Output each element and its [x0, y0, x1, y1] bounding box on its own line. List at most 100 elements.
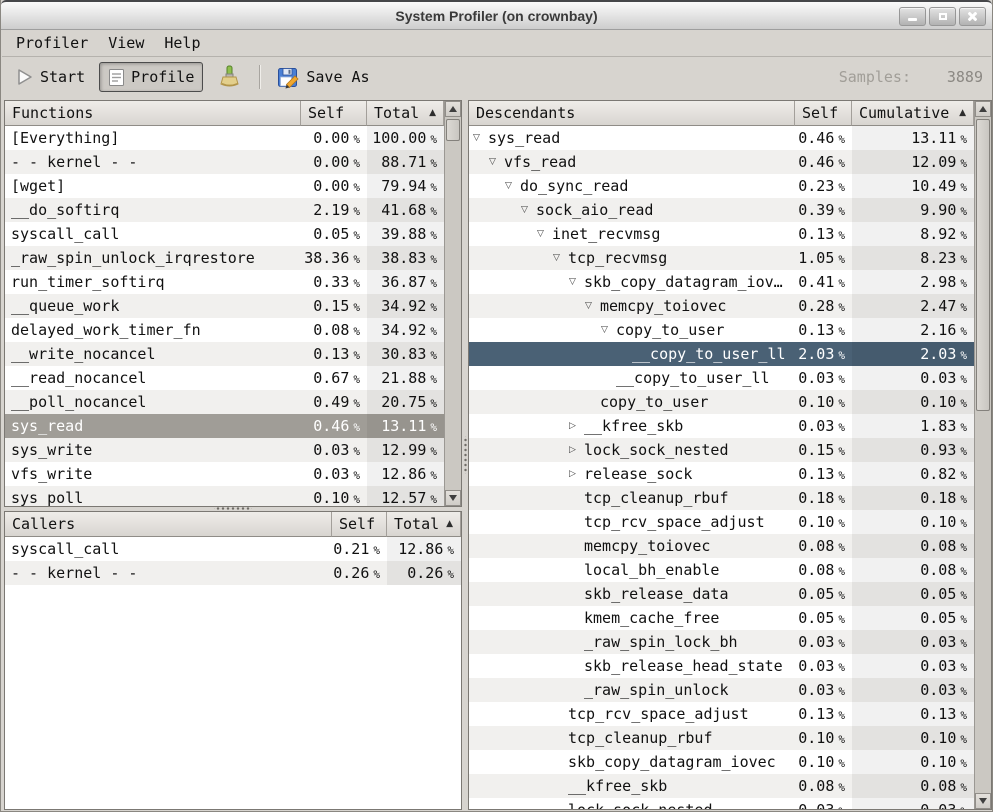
functions-table-row[interactable]: __do_softirq2.19%41.68%	[5, 198, 444, 222]
row-name-cell: ▽do_sync_read	[469, 174, 795, 198]
self-percent: 0.08%	[795, 534, 852, 558]
functions-table-row[interactable]: delayed_work_timer_fn0.08%34.92%	[5, 318, 444, 342]
self-column-header[interactable]: Self	[795, 101, 852, 126]
scrollbar-thumb[interactable]	[976, 119, 990, 411]
save-as-button[interactable]: Save As	[269, 62, 377, 92]
descendants-table-row[interactable]: tcp_cleanup_rbuf0.10%0.10%	[469, 726, 974, 750]
descendants-table-row[interactable]: ▽do_sync_read0.23%10.49%	[469, 174, 974, 198]
functions-scrollbar[interactable]	[444, 101, 461, 506]
functions-table-row[interactable]: [wget]0.00%79.94%	[5, 174, 444, 198]
expander-collapsed-icon[interactable]: ▷	[569, 462, 584, 486]
expander-open-icon[interactable]: ▽	[585, 294, 600, 318]
function-name-label: __kfree_skb	[568, 777, 667, 795]
expander-open-icon[interactable]: ▽	[553, 246, 568, 270]
descendants-table-row[interactable]: skb_copy_datagram_iovec0.10%0.10%	[469, 750, 974, 774]
profile-toggle-button[interactable]: Profile	[99, 62, 203, 92]
reset-brush-button[interactable]	[209, 62, 249, 92]
scroll-down-button[interactable]	[975, 793, 991, 809]
total-column-header[interactable]: Total ▲	[387, 512, 461, 537]
descendants-table-row[interactable]: ▷__kfree_skb0.03%1.83%	[469, 414, 974, 438]
descendants-table-row[interactable]: ▽tcp_recvmsg1.05%8.23%	[469, 246, 974, 270]
functions-table-row[interactable]: sys_poll0.10%12.57%	[5, 486, 444, 506]
functions-table-row[interactable]: __queue_work0.15%34.92%	[5, 294, 444, 318]
total-percent: 2.03%	[852, 342, 974, 366]
descendants-table-row[interactable]: tcp_rcv_space_adjust0.13%0.13%	[469, 702, 974, 726]
descendants-table-row[interactable]: _raw_spin_lock_bh0.03%0.03%	[469, 630, 974, 654]
expander-open-icon[interactable]: ▽	[505, 174, 520, 198]
functions-table-row[interactable]: _raw_spin_unlock_irqrestore38.36%38.83%	[5, 246, 444, 270]
descendants-table-row[interactable]: ▽copy_to_user0.13%2.16%	[469, 318, 974, 342]
functions-table-row[interactable]: run_timer_softirq0.33%36.87%	[5, 270, 444, 294]
descendants-table-row[interactable]: tcp_rcv_space_adjust0.10%0.10%	[469, 510, 974, 534]
expander-open-icon[interactable]: ▽	[521, 198, 536, 222]
total-column-header[interactable]: Total ▲	[367, 101, 444, 126]
expander-open-icon[interactable]: ▽	[489, 150, 504, 174]
descendants-table-row[interactable]: __copy_to_user_ll2.03%2.03%	[469, 342, 974, 366]
total-percent: 0.10%	[852, 390, 974, 414]
descendants-table-row[interactable]: ▽skb_copy_datagram_iov…0.41%2.98%	[469, 270, 974, 294]
maximize-button[interactable]	[929, 7, 956, 26]
descendants-table-row[interactable]: __copy_to_user_ll0.03%0.03%	[469, 366, 974, 390]
callers-table-row[interactable]: - - kernel - -0.26%0.26%	[5, 561, 461, 585]
function-name-label: vfs_read	[504, 153, 576, 171]
row-name-cell: delayed_work_timer_fn	[5, 318, 301, 342]
scroll-up-button[interactable]	[975, 101, 991, 117]
titlebar[interactable]: System Profiler (on crownbay)	[1, 0, 992, 30]
descendants-table-row[interactable]: memcpy_toiovec0.08%0.08%	[469, 534, 974, 558]
descendants-table-row[interactable]: ▷lock_sock_nested0.15%0.93%	[469, 438, 974, 462]
descendants-table-row[interactable]: ▷release_sock0.13%0.82%	[469, 462, 974, 486]
descendants-table-row[interactable]: skb_release_head_state0.03%0.03%	[469, 654, 974, 678]
minimize-button[interactable]	[899, 7, 926, 26]
expander-open-icon[interactable]: ▽	[537, 222, 552, 246]
splitter-grip-icon	[463, 436, 468, 474]
expander-open-icon[interactable]: ▽	[569, 270, 584, 294]
descendants-table-row[interactable]: _raw_spin_unlock0.03%0.03%	[469, 678, 974, 702]
expander-open-icon[interactable]: ▽	[473, 126, 488, 150]
cumulative-column-header[interactable]: Cumulative ▲	[852, 101, 974, 126]
descendants-scrollbar[interactable]	[974, 101, 991, 809]
scroll-up-button[interactable]	[445, 101, 461, 117]
functions-table-row[interactable]: __poll_nocancel0.49%20.75%	[5, 390, 444, 414]
menu-view[interactable]: View	[98, 32, 154, 54]
function-name-label: sock_aio_read	[536, 201, 653, 219]
expander-collapsed-icon[interactable]: ▷	[569, 438, 584, 462]
functions-table-row[interactable]: vfs_write0.03%12.86%	[5, 462, 444, 486]
total-percent: 0.10%	[852, 750, 974, 774]
callers-column-header[interactable]: Callers	[5, 512, 332, 537]
descendants-table-row[interactable]: lock_sock_nested0.03%0.03%	[469, 798, 974, 809]
menu-profiler[interactable]: Profiler	[6, 32, 98, 54]
menu-help[interactable]: Help	[154, 32, 210, 54]
functions-table-row[interactable]: __write_nocancel0.13%30.83%	[5, 342, 444, 366]
functions-table-row[interactable]: syscall_call0.05%39.88%	[5, 222, 444, 246]
callers-table-row[interactable]: syscall_call0.21%12.86%	[5, 537, 461, 561]
functions-table-row[interactable]: __read_nocancel0.67%21.88%	[5, 366, 444, 390]
descendants-table-row[interactable]: ▽inet_recvmsg0.13%8.92%	[469, 222, 974, 246]
functions-column-header[interactable]: Functions	[5, 101, 301, 126]
functions-table-row[interactable]: - - kernel - -0.00%88.71%	[5, 150, 444, 174]
functions-table-row[interactable]: [Everything]0.00%100.00%	[5, 126, 444, 150]
descendants-table-row[interactable]: ▽memcpy_toiovec0.28%2.47%	[469, 294, 974, 318]
self-column-header[interactable]: Self	[332, 512, 387, 537]
function-name-label: tcp_rcv_space_adjust	[584, 513, 765, 531]
descendants-table-row[interactable]: copy_to_user0.10%0.10%	[469, 390, 974, 414]
descendants-table-row[interactable]: ▽vfs_read0.46%12.09%	[469, 150, 974, 174]
self-header-label: Self	[308, 104, 344, 122]
functions-table-row[interactable]: sys_write0.03%12.99%	[5, 438, 444, 462]
expander-open-icon[interactable]: ▽	[601, 318, 616, 342]
scrollbar-thumb[interactable]	[446, 119, 460, 141]
descendants-table-row[interactable]: ▽sock_aio_read0.39%9.90%	[469, 198, 974, 222]
descendants-table-row[interactable]: kmem_cache_free0.05%0.05%	[469, 606, 974, 630]
descendants-table-row[interactable]: ▽sys_read0.46%13.11%	[469, 126, 974, 150]
row-name-cell: __poll_nocancel	[5, 390, 301, 414]
expander-collapsed-icon[interactable]: ▷	[569, 414, 584, 438]
descendants-table-row[interactable]: skb_release_data0.05%0.05%	[469, 582, 974, 606]
descendants-table-row[interactable]: tcp_cleanup_rbuf0.18%0.18%	[469, 486, 974, 510]
descendants-table-row[interactable]: __kfree_skb0.08%0.08%	[469, 774, 974, 798]
start-button[interactable]: Start	[8, 62, 93, 92]
self-column-header[interactable]: Self	[301, 101, 367, 126]
close-button[interactable]	[959, 7, 986, 26]
descendants-table-row[interactable]: local_bh_enable0.08%0.08%	[469, 558, 974, 582]
functions-table-row[interactable]: sys_read0.46%13.11%	[5, 414, 444, 438]
descendants-column-header[interactable]: Descendants	[469, 101, 795, 126]
scroll-down-button[interactable]	[445, 490, 461, 506]
